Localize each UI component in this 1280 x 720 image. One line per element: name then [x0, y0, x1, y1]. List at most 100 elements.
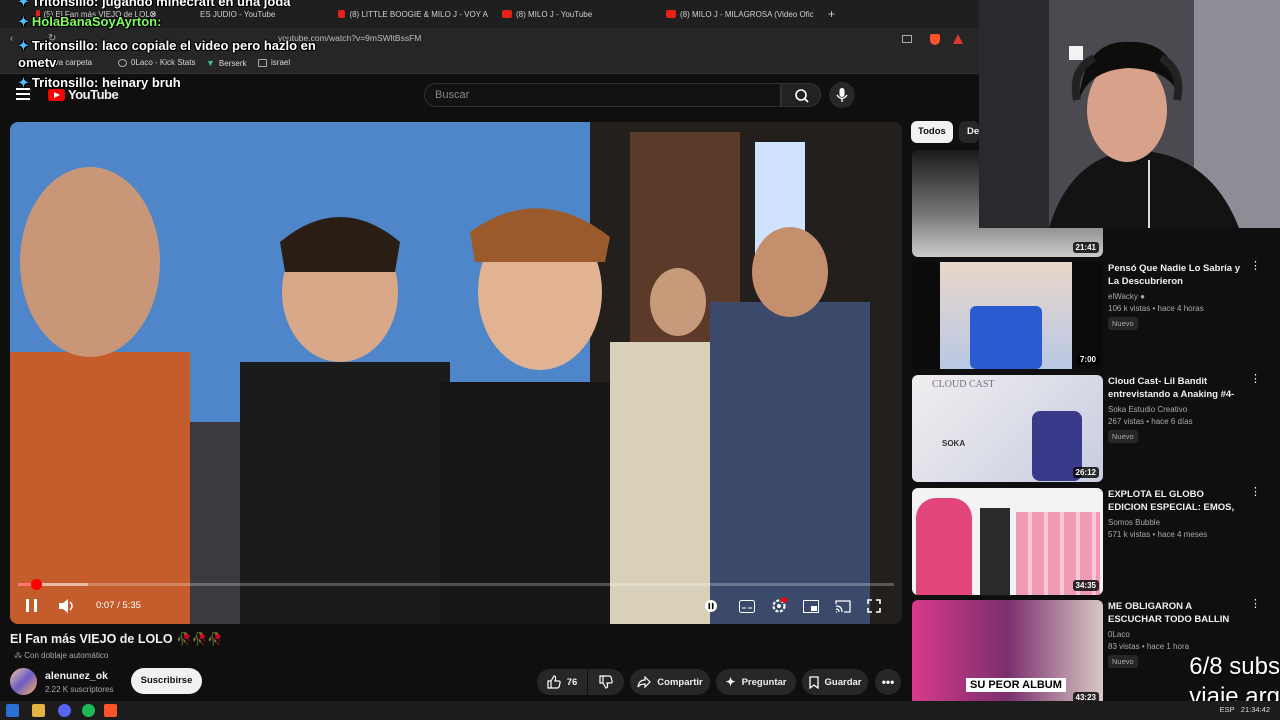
- recommendation-meta: 106 k vistas • hace 4 horas: [1108, 304, 1204, 313]
- like-count: 76: [566, 676, 578, 688]
- recommendation-item[interactable]: 34:35 EXPLOTA EL GLOBO EDICION ESPECIAL:…: [912, 487, 1280, 595]
- dubbing-icon: ⁂: [14, 651, 22, 660]
- chat-text: ometv: [18, 55, 57, 70]
- subtitles-icon[interactable]: [739, 600, 755, 613]
- brave-browser-icon[interactable]: [104, 704, 117, 717]
- more-actions-button[interactable]: •••: [875, 669, 901, 695]
- chat-message: ✦ Tritonsillo: heinary bruh: [18, 75, 181, 91]
- brave-shield-icon[interactable]: [930, 34, 940, 45]
- duration-badge: 21:41: [1072, 242, 1099, 253]
- bookmark-icon: [808, 675, 819, 689]
- video-title-text: El Fan más VIEJO de LOLO: [10, 632, 173, 646]
- dislike-button[interactable]: [588, 669, 624, 695]
- clock[interactable]: 21:34:42: [1241, 705, 1270, 714]
- install-app-icon[interactable]: [902, 35, 912, 43]
- tab-title: (8) LITTLE BOOGIE & MILO J - VOY A: [349, 9, 488, 19]
- windows-start-icon[interactable]: [6, 704, 19, 717]
- language-indicator[interactable]: ESP: [1220, 705, 1235, 714]
- chat-badge-icon: ✦: [18, 75, 29, 90]
- bookmark-label: Berserk: [218, 58, 247, 68]
- autoplay-toggle-icon[interactable]: [704, 599, 718, 613]
- recommendation-meta: 571 k vistas • hace 4 meses: [1108, 530, 1208, 539]
- bookmark-folder[interactable]: israel: [258, 58, 290, 67]
- discord-icon[interactable]: [58, 704, 71, 717]
- recommendation-title[interactable]: EXPLOTA EL GLOBO EDICION ESPECIAL: EMOS,…: [1108, 488, 1244, 516]
- search-input[interactable]: Buscar: [424, 83, 781, 107]
- progress-bar[interactable]: [18, 579, 894, 590]
- browser-tab[interactable]: (8) MILO J - MILAGROSA (Video Ofic: [666, 4, 816, 24]
- webcam-feed: [979, 0, 1280, 228]
- video-title: El Fan más VIEJO de LOLO 🥀🥀🥀: [10, 632, 223, 647]
- ask-label: Preguntar: [741, 676, 787, 688]
- spotify-icon[interactable]: [82, 704, 95, 717]
- ask-button[interactable]: ✦ Preguntar: [716, 669, 796, 695]
- folder-icon: [258, 58, 267, 67]
- video-thumbnail[interactable]: 7:00: [912, 262, 1103, 369]
- save-label: Guardar: [824, 676, 862, 688]
- more-vertical-icon[interactable]: ⋮: [1250, 487, 1261, 498]
- fullscreen-icon[interactable]: [867, 599, 881, 613]
- recommendation-channel[interactable]: elWacky ●: [1108, 292, 1145, 301]
- webcam-overlay: [979, 0, 1280, 228]
- miniplayer-icon[interactable]: [803, 600, 819, 613]
- tab-title: (8) MILO J - MILAGROSA (Video Ofic: [680, 9, 814, 19]
- search-button[interactable]: [781, 83, 821, 107]
- microphone-icon: [836, 88, 848, 102]
- channel-avatar[interactable]: [10, 668, 37, 695]
- bookmark[interactable]: ▼ Berserk: [206, 58, 246, 68]
- recommendation-item[interactable]: CLOUD CAST SOKA 26:12 Cloud Cast- Lil Ba…: [912, 374, 1280, 482]
- browser-tab[interactable]: (8) LITTLE BOOGIE & MILO J - VOY A: [338, 4, 488, 24]
- chat-badge-icon: ✦: [18, 14, 29, 29]
- bookmark-label: israel: [271, 58, 291, 67]
- subscriber-count: 2.22 K suscriptores: [45, 685, 114, 694]
- video-thumbnail[interactable]: CLOUD CAST SOKA 26:12: [912, 375, 1103, 482]
- cast-icon[interactable]: [835, 600, 851, 613]
- chip-todos[interactable]: Todos: [911, 121, 953, 143]
- save-button[interactable]: Guardar: [802, 669, 868, 695]
- recommendation-channel[interactable]: 0Laco: [1108, 630, 1130, 639]
- back-arrow-icon[interactable]: ‹: [10, 33, 13, 44]
- recommendation-channel[interactable]: Somos Bubble: [1108, 518, 1160, 527]
- more-vertical-icon[interactable]: ⋮: [1250, 261, 1261, 272]
- more-horizontal-icon: •••: [881, 675, 895, 689]
- channel-label: elWacky: [1108, 292, 1138, 301]
- volume-icon[interactable]: [58, 598, 76, 614]
- chip-de[interactable]: De: [959, 121, 979, 143]
- recommendation-item[interactable]: 7:00 Pensó Que Nadie Lo Sabría y La Desc…: [912, 261, 1280, 369]
- system-tray: ESP 21:34:42: [1220, 705, 1270, 714]
- video-thumbnail[interactable]: SU PEOR ALBUM 43:23: [912, 600, 1103, 707]
- like-button[interactable]: 76: [537, 669, 587, 695]
- settings-gear-icon[interactable]: [771, 598, 787, 614]
- recommendation-title[interactable]: Cloud Cast- Lil Bandit entrevistando a A…: [1108, 375, 1244, 403]
- chat-user: Tritonsillo:: [31, 0, 99, 9]
- chat-badge-icon: ✦: [18, 0, 29, 9]
- share-button[interactable]: Compartir: [630, 669, 710, 695]
- recommendation-title[interactable]: Pensó Que Nadie Lo Sabría y La Descubrie…: [1108, 262, 1244, 288]
- tab-title: (8) MILO J - YouTube: [516, 9, 593, 19]
- buffer-bar: [18, 583, 89, 586]
- duration-badge: 26:12: [1072, 467, 1099, 478]
- youtube-favicon-icon: [502, 10, 512, 18]
- recommendation-channel[interactable]: Soka Estudio Creativo: [1108, 405, 1187, 414]
- pause-icon[interactable]: [26, 599, 37, 612]
- video-player[interactable]: 0:07 / 5:35: [10, 122, 902, 624]
- subscribe-button[interactable]: Suscribirse: [131, 668, 202, 694]
- channel-name[interactable]: alenunez_ok: [45, 670, 108, 682]
- video-thumbnail[interactable]: 34:35: [912, 488, 1103, 595]
- file-explorer-icon[interactable]: [32, 704, 45, 717]
- chat-text: heinary bruh: [101, 75, 181, 90]
- chat-user: HolaBanaSoyAyrton:: [31, 14, 162, 29]
- browser-tab[interactable]: (8) MILO J - YouTube: [502, 4, 652, 24]
- brave-rewards-icon[interactable]: [953, 34, 963, 44]
- more-vertical-icon[interactable]: ⋮: [1250, 599, 1261, 610]
- video-frame: [10, 122, 902, 624]
- voice-search-button[interactable]: [829, 82, 855, 108]
- recommendation-title[interactable]: ME OBLIGARON A ESCUCHAR TODO BALLIN DE V…: [1108, 600, 1244, 628]
- new-badge: Nuevo: [1108, 430, 1138, 443]
- bookmark[interactable]: 0Laco - Kick Stats: [118, 58, 195, 67]
- new-tab-button[interactable]: +: [828, 4, 835, 24]
- dubbing-label: ⁂ Con doblaje automático: [14, 651, 108, 660]
- recommendation-meta: 267 vistas • hace 6 días: [1108, 417, 1193, 426]
- more-vertical-icon[interactable]: ⋮: [1250, 374, 1261, 385]
- chat-message: ✦ Tritonsillo: laco copiale el video pero…: [18, 38, 316, 54]
